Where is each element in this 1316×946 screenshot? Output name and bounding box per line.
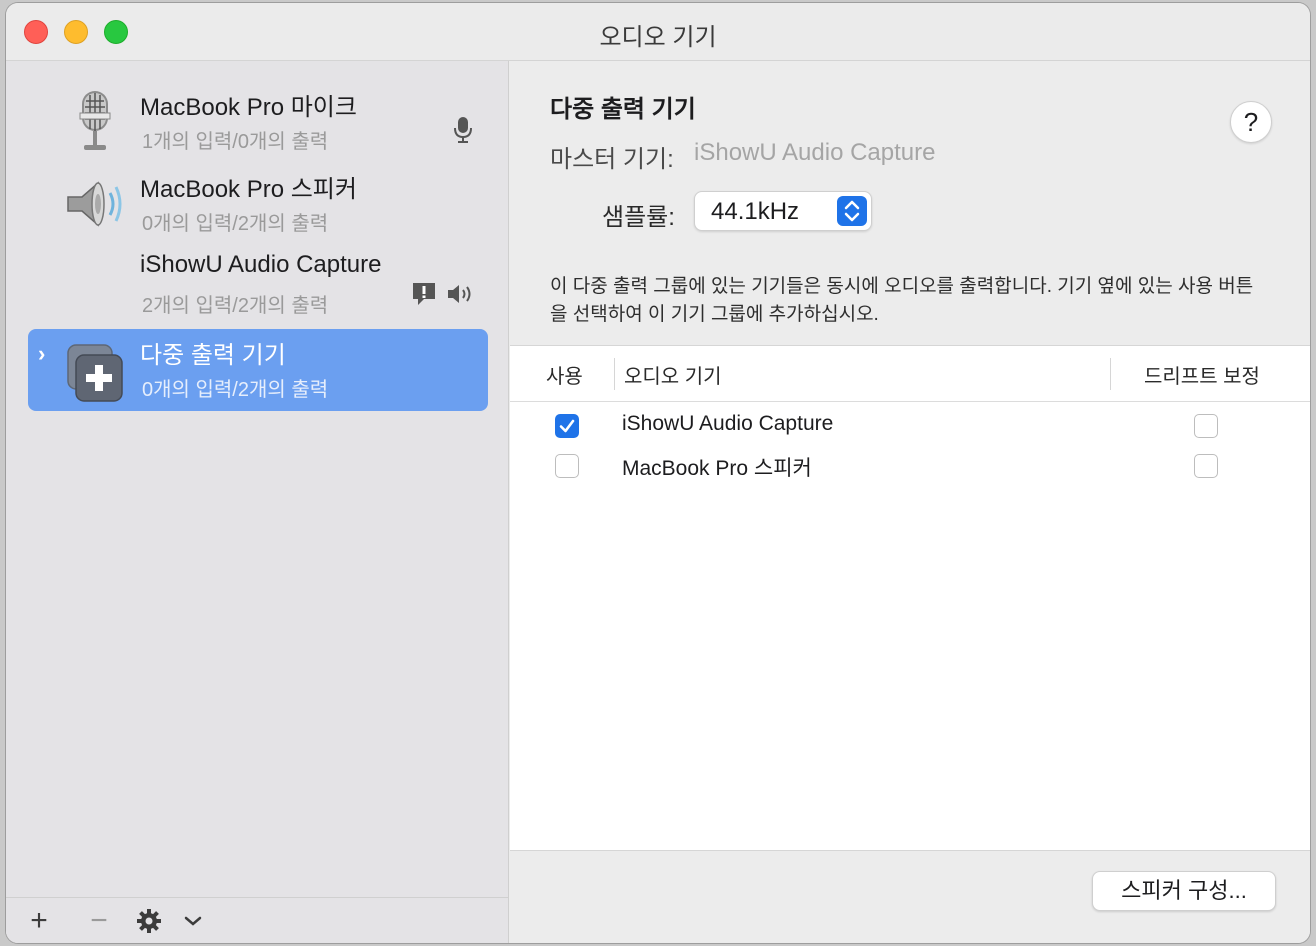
- gear-icon: [137, 909, 161, 933]
- add-device-button[interactable]: +: [22, 904, 56, 938]
- device-status: [410, 279, 474, 309]
- device-item-macbook-mic[interactable]: MacBook Pro 마이크 1개의 입력/0개의 출력: [28, 81, 488, 163]
- panel-title: 다중 출력 기기: [550, 96, 696, 123]
- table-row: iShowU Audio Capture: [510, 406, 1310, 446]
- use-checkbox[interactable]: [555, 414, 579, 438]
- drift-correction-checkbox[interactable]: [1194, 414, 1218, 438]
- column-divider: [1110, 358, 1111, 390]
- speaker-icon: [67, 181, 122, 227]
- description-text: 이 다중 출력 그룹에 있는 기기들은 동시에 오디오를 출력합니다. 기기 옆…: [550, 276, 1254, 325]
- settings-dropdown-button[interactable]: [178, 904, 208, 938]
- help-button[interactable]: ?: [1230, 101, 1272, 143]
- table-header: 사용 오디오 기기 드리프트 보정: [510, 346, 1310, 402]
- device-io-count: 2개의 입력/2개의 출력: [142, 295, 329, 317]
- multi-output-device-icon: [67, 344, 123, 402]
- checkmark-icon: [559, 419, 575, 433]
- disclosure-chevron-icon[interactable]: ›: [38, 341, 45, 367]
- device-name-cell: iShowU Audio Capture: [622, 412, 834, 435]
- sample-rate-value: 44.1kHz: [711, 198, 800, 225]
- sample-rate-label: 샘플률:: [602, 204, 675, 231]
- table-row: MacBook Pro 스피커: [510, 446, 1310, 486]
- microphone-small-icon: [454, 117, 472, 143]
- master-device-label: 마스터 기기:: [550, 146, 674, 173]
- device-io-count: 1개의 입력/0개의 출력: [142, 131, 329, 153]
- audio-devices-window: 오디오 기기 MacBook Pro 마이크 1개의 입력/0개의 출력 Mac…: [6, 3, 1310, 943]
- device-name: iShowU Audio Capture: [140, 251, 382, 278]
- device-name: MacBook Pro 스피커: [140, 176, 357, 203]
- drift-correction-checkbox[interactable]: [1194, 454, 1218, 478]
- updown-stepper-icon: [837, 196, 867, 226]
- master-device-value[interactable]: iShowU Audio Capture: [694, 139, 935, 167]
- column-header-drift[interactable]: 드리프트 보정: [1144, 360, 1260, 389]
- alert-bubble-icon: [413, 283, 435, 305]
- window-title: 오디오 기기: [599, 24, 717, 51]
- chevron-down-icon: [184, 916, 202, 926]
- column-header-device[interactable]: 오디오 기기: [624, 360, 722, 389]
- column-header-use[interactable]: 사용: [546, 360, 583, 389]
- device-item-multi-output[interactable]: › 다중 출력 기기 0개의 입력/2개의 출력: [28, 329, 488, 411]
- configure-speakers-button[interactable]: 스피커 구성...: [1092, 871, 1276, 911]
- device-name: 다중 출력 기기: [140, 342, 286, 369]
- device-status: [452, 115, 474, 145]
- device-sidebar: MacBook Pro 마이크 1개의 입력/0개의 출력 MacBook Pr…: [6, 61, 509, 943]
- sidebar-toolbar: + −: [6, 897, 508, 943]
- settings-menu-button[interactable]: [132, 904, 166, 938]
- speaker-small-icon: [448, 285, 471, 303]
- remove-device-button[interactable]: −: [82, 904, 116, 938]
- microphone-icon: [79, 91, 111, 150]
- device-io-count: 0개의 입력/2개의 출력: [142, 213, 329, 235]
- device-io-count: 0개의 입력/2개의 출력: [142, 379, 329, 401]
- device-item-ishowu[interactable]: iShowU Audio Capture 2개의 입력/2개의 출력: [28, 245, 488, 327]
- use-checkbox[interactable]: [555, 454, 579, 478]
- column-divider: [614, 358, 615, 390]
- sample-rate-select[interactable]: 44.1kHz: [694, 191, 872, 231]
- title-bar: 오디오 기기: [6, 3, 1310, 61]
- device-detail-panel: 다중 출력 기기 ? 마스터 기기: iShowU Audio Capture …: [510, 61, 1310, 943]
- device-table: 사용 오디오 기기 드리프트 보정 iShowU Audio Capture M…: [510, 345, 1310, 851]
- device-name: MacBook Pro 마이크: [140, 94, 357, 121]
- device-item-macbook-speaker[interactable]: MacBook Pro 스피커 0개의 입력/2개의 출력: [28, 163, 488, 245]
- device-name-cell: MacBook Pro 스피커: [622, 457, 812, 480]
